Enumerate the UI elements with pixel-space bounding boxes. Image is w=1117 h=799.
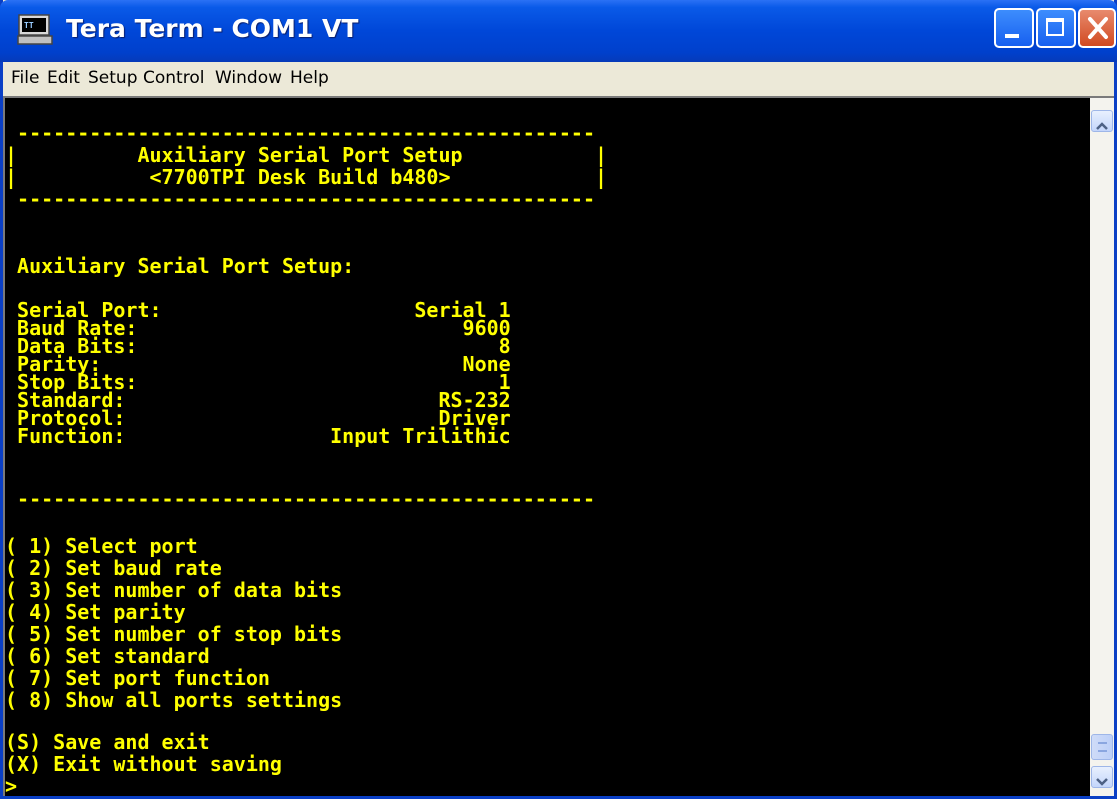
option-show-all: ( 8) Show all ports settings [5,688,343,712]
option-save-exit: (S) Save and exit [5,730,210,754]
maximize-button[interactable] [1036,8,1076,48]
menu-help[interactable]: Help [290,68,329,88]
vertical-scrollbar[interactable] [1090,96,1114,796]
setting-function: Function: Input Trilithic [5,424,511,448]
close-button[interactable] [1078,8,1116,48]
menu-window[interactable]: Window [215,68,282,88]
menu-divider: ----------------------------------------… [5,487,596,511]
scroll-down-button[interactable] [1091,766,1113,788]
menu-file[interactable]: File [11,68,39,88]
option-exit-no-save: (X) Exit without saving [5,752,282,776]
chevron-up-icon [1096,116,1108,135]
option-select-port: ( 1) Select port [5,534,198,558]
option-standard: ( 6) Set standard [5,644,210,668]
header-border-top: ----------------------------------------… [5,121,596,145]
terminal-app-icon[interactable]: TT [16,14,54,46]
title-bar[interactable]: TT Tera Term - COM1 VT [0,0,1117,62]
option-baud-rate: ( 2) Set baud rate [5,556,222,580]
header-title: | Auxiliary Serial Port Setup | [5,143,608,167]
scroll-thumb[interactable] [1091,734,1113,760]
option-data-bits: ( 3) Set number of data bits [5,578,343,602]
tera-term-window: TT Tera Term - COM1 VT File Edit Setup C… [0,0,1117,799]
menu-bar: File Edit Setup Control Window Help [3,62,1114,96]
section-heading: Auxiliary Serial Port Setup: [5,254,355,278]
header-border-bottom: ----------------------------------------… [5,187,596,211]
menu-edit[interactable]: Edit [47,68,80,88]
minimize-button[interactable] [994,8,1034,48]
chevron-down-icon [1096,772,1108,791]
scroll-up-button[interactable] [1091,110,1113,132]
close-icon [1086,15,1110,41]
menu-control[interactable]: Control [143,68,204,88]
command-prompt[interactable]: > [5,775,17,796]
header-subtitle: | <7700TPI Desk Build b480> | [5,165,608,189]
svg-text:TT: TT [24,21,34,30]
grip-icon [1098,742,1107,752]
maximize-icon [1046,18,1064,36]
option-stop-bits: ( 5) Set number of stop bits [5,622,343,646]
terminal-screen[interactable]: ----------------------------------------… [3,96,1090,796]
minimize-icon [1005,34,1019,38]
menu-setup[interactable]: Setup [88,68,137,88]
window-title: Tera Term - COM1 VT [66,14,359,43]
option-parity: ( 4) Set parity [5,600,186,624]
option-port-function: ( 7) Set port function [5,666,270,690]
